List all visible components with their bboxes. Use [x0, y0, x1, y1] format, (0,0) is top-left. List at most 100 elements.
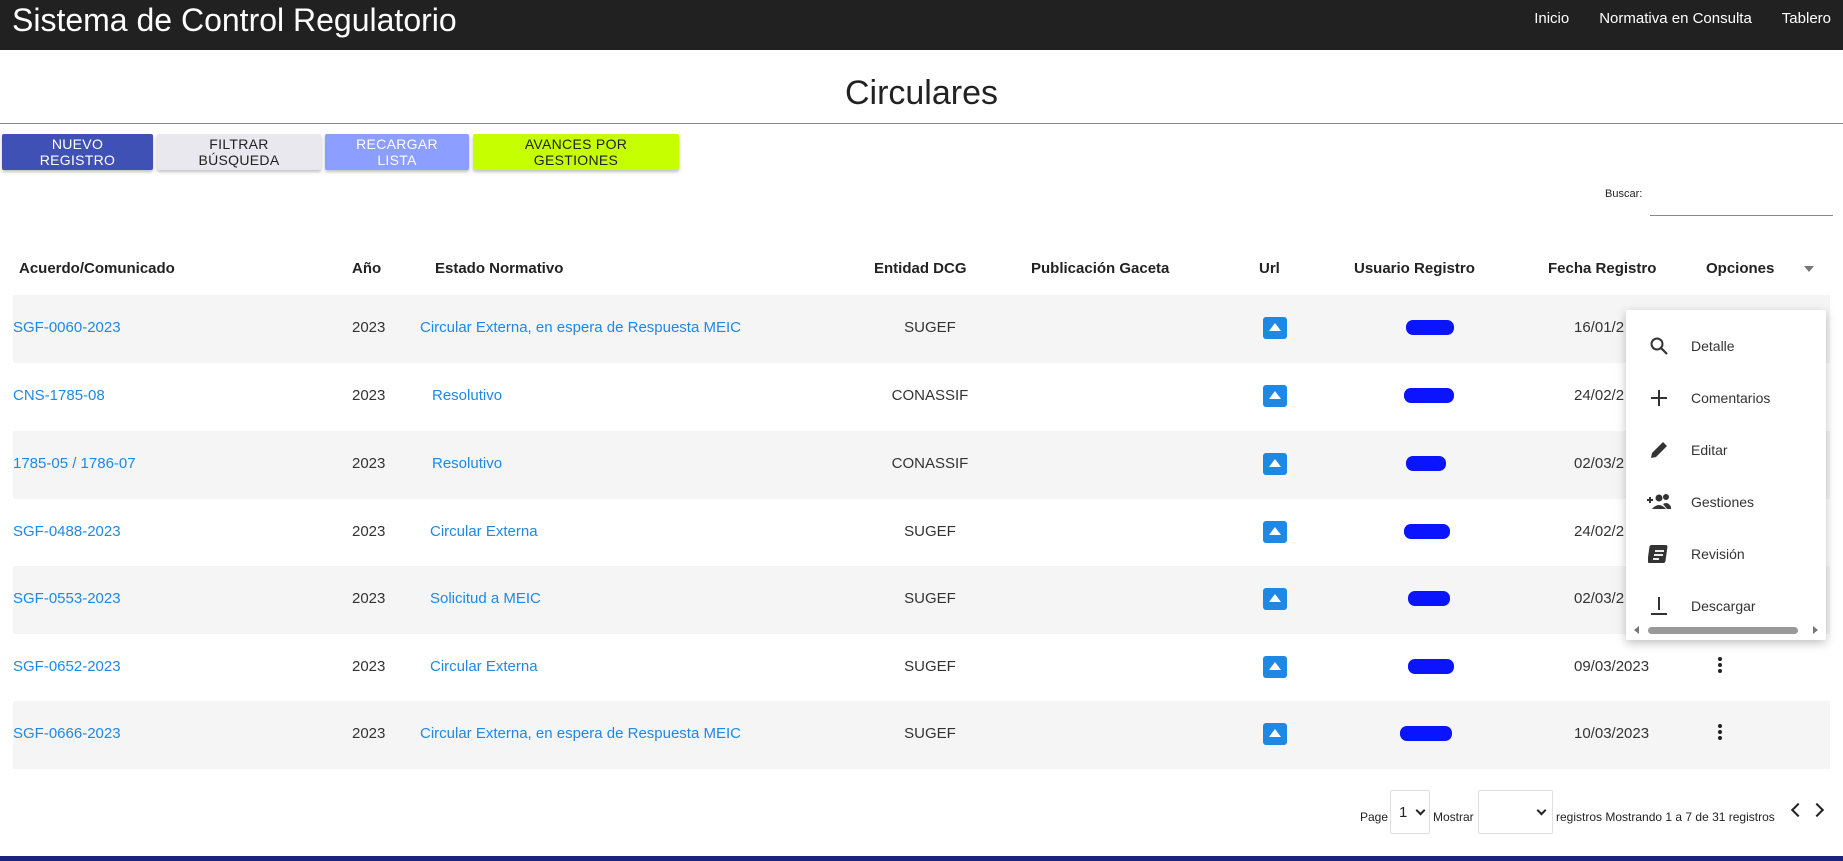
anio-cell: 2023	[352, 725, 386, 742]
anio-cell: 2023	[352, 387, 386, 404]
redacted-user	[1406, 320, 1454, 335]
col-entidad[interactable]: Entidad DCG	[874, 260, 967, 277]
toolbar: NUEVO REGISTRO FILTRAR BÚSQUEDA RECARGAR…	[2, 134, 679, 170]
search-label: Buscar:	[1605, 188, 1643, 200]
table-header: Acuerdo/Comunicado Año Estado Normativo …	[0, 256, 1843, 284]
estado-link[interactable]: Solicitud a MEIC	[430, 590, 541, 607]
reload-list-button[interactable]: RECARGAR LISTA	[325, 134, 469, 170]
acuerdo-link[interactable]: CNS-1785-08	[13, 387, 105, 404]
col-usuario[interactable]: Usuario Registro	[1354, 260, 1475, 277]
scroll-left-icon[interactable]	[1634, 626, 1639, 634]
acuerdo-link[interactable]: SGF-0666-2023	[13, 725, 121, 742]
plus-icon	[1646, 385, 1672, 411]
article-icon	[1646, 541, 1672, 567]
url-link-icon[interactable]	[1263, 588, 1287, 610]
anio-cell: 2023	[352, 658, 386, 675]
fecha-cell: 24/02/2	[1574, 387, 1625, 404]
app-title[interactable]: Sistema de Control Regulatorio	[12, 2, 457, 39]
top-navbar: Sistema de Control Regulatorio Inicio No…	[0, 0, 1843, 50]
url-link-icon[interactable]	[1263, 656, 1287, 678]
show-select[interactable]	[1478, 790, 1553, 834]
search-icon	[1646, 333, 1672, 359]
url-link-icon[interactable]	[1263, 453, 1287, 475]
menu-label: Gestiones	[1691, 494, 1755, 510]
scroll-right-icon[interactable]	[1813, 626, 1818, 634]
table-row: SGF-0652-2023 2023 Circular Externa SUGE…	[13, 634, 1830, 702]
redacted-user	[1400, 726, 1452, 741]
search-input[interactable]	[1650, 186, 1833, 216]
url-link-icon[interactable]	[1263, 723, 1287, 745]
divider	[0, 123, 1843, 124]
anio-cell: 2023	[352, 319, 386, 336]
menu-item-gestiones[interactable]: Gestiones	[1626, 476, 1826, 528]
acuerdo-link[interactable]: SGF-0553-2023	[13, 590, 121, 607]
table-row: SGF-0060-2023 2023 Circular Externa, en …	[13, 295, 1830, 363]
chevron-right-icon[interactable]	[1809, 802, 1825, 818]
top-nav: Inicio Normativa en Consulta Tablero	[1504, 10, 1831, 27]
nav-inicio[interactable]: Inicio	[1534, 10, 1569, 27]
estado-link[interactable]: Circular Externa, en espera de Respuesta…	[420, 319, 741, 336]
more-vert-icon[interactable]	[1717, 723, 1723, 743]
acuerdo-link[interactable]: 1785-05 / 1786-07	[13, 455, 136, 472]
chevron-down-icon	[1536, 805, 1547, 816]
url-link-icon[interactable]	[1263, 521, 1287, 543]
caret-down-icon[interactable]	[1804, 266, 1814, 272]
redacted-user	[1404, 524, 1450, 539]
nav-tablero[interactable]: Tablero	[1782, 10, 1831, 27]
col-anio[interactable]: Año	[352, 260, 381, 277]
acuerdo-link[interactable]: SGF-0652-2023	[13, 658, 121, 675]
table-row: CNS-1785-08 2023 Resolutivo CONASSIF 24/…	[13, 363, 1830, 431]
col-url[interactable]: Url	[1259, 260, 1280, 277]
menu-item-comentarios[interactable]: Comentarios	[1626, 372, 1826, 424]
nav-normativa-en-consulta[interactable]: Normativa en Consulta	[1599, 10, 1752, 27]
redacted-user	[1408, 659, 1454, 674]
fecha-cell: 02/03/2	[1574, 455, 1625, 472]
menu-label: Revisión	[1691, 546, 1745, 562]
scrollbar-thumb[interactable]	[1648, 627, 1798, 634]
fecha-cell: 10/03/2023	[1574, 725, 1650, 742]
menu-label: Detalle	[1691, 338, 1735, 354]
estado-link[interactable]: Resolutivo	[432, 455, 502, 472]
url-link-icon[interactable]	[1263, 317, 1287, 339]
col-estado[interactable]: Estado Normativo	[435, 260, 563, 277]
filter-search-button[interactable]: FILTRAR BÚSQUEDA	[157, 134, 321, 170]
download-icon	[1646, 593, 1672, 619]
acuerdo-link[interactable]: SGF-0488-2023	[13, 523, 121, 540]
horizontal-scrollbar[interactable]	[1634, 624, 1818, 636]
entidad-cell: CONASSIF	[891, 455, 969, 472]
entidad-cell: CONASSIF	[891, 387, 969, 404]
acuerdo-link[interactable]: SGF-0060-2023	[13, 319, 121, 336]
pencil-icon	[1646, 437, 1672, 463]
entidad-cell: SUGEF	[904, 725, 956, 742]
redacted-user	[1408, 591, 1450, 606]
estado-link[interactable]: Circular Externa	[430, 658, 538, 675]
estado-link[interactable]: Resolutivo	[432, 387, 502, 404]
options-menu: Detalle Comentarios Editar Gestiones Rev…	[1626, 310, 1826, 640]
records-summary: registros Mostrando 1 a 7 de 31 registro…	[1556, 810, 1775, 824]
menu-label: Editar	[1691, 442, 1728, 458]
chevron-left-icon[interactable]	[1790, 802, 1806, 818]
new-record-button[interactable]: NUEVO REGISTRO	[2, 134, 153, 170]
more-vert-icon[interactable]	[1717, 656, 1723, 676]
advances-button[interactable]: AVANCES POR GESTIONES	[473, 134, 679, 170]
fecha-cell: 24/02/2	[1574, 523, 1625, 540]
col-opciones[interactable]: Opciones	[1706, 260, 1774, 277]
table-row: 1785-05 / 1786-07 2023 Resolutivo CONASS…	[13, 431, 1830, 499]
entidad-cell: SUGEF	[904, 658, 956, 675]
menu-item-editar[interactable]: Editar	[1626, 424, 1826, 476]
col-acuerdo[interactable]: Acuerdo/Comunicado	[19, 260, 175, 277]
col-gaceta[interactable]: Publicación Gaceta	[1031, 260, 1169, 277]
anio-cell: 2023	[352, 590, 386, 607]
menu-item-detalle[interactable]: Detalle	[1626, 320, 1826, 372]
group-add-icon	[1646, 489, 1672, 515]
anio-cell: 2023	[352, 455, 386, 472]
menu-item-revision[interactable]: Revisión	[1626, 528, 1826, 580]
entidad-cell: SUGEF	[904, 319, 956, 336]
col-fecha[interactable]: Fecha Registro	[1548, 260, 1656, 277]
estado-link[interactable]: Circular Externa, en espera de Respuesta…	[420, 725, 741, 742]
menu-label: Comentarios	[1691, 390, 1771, 406]
fecha-cell: 09/03/2023	[1574, 658, 1650, 675]
estado-link[interactable]: Circular Externa	[430, 523, 538, 540]
url-link-icon[interactable]	[1263, 385, 1287, 407]
page-select[interactable]: 1	[1390, 790, 1430, 834]
